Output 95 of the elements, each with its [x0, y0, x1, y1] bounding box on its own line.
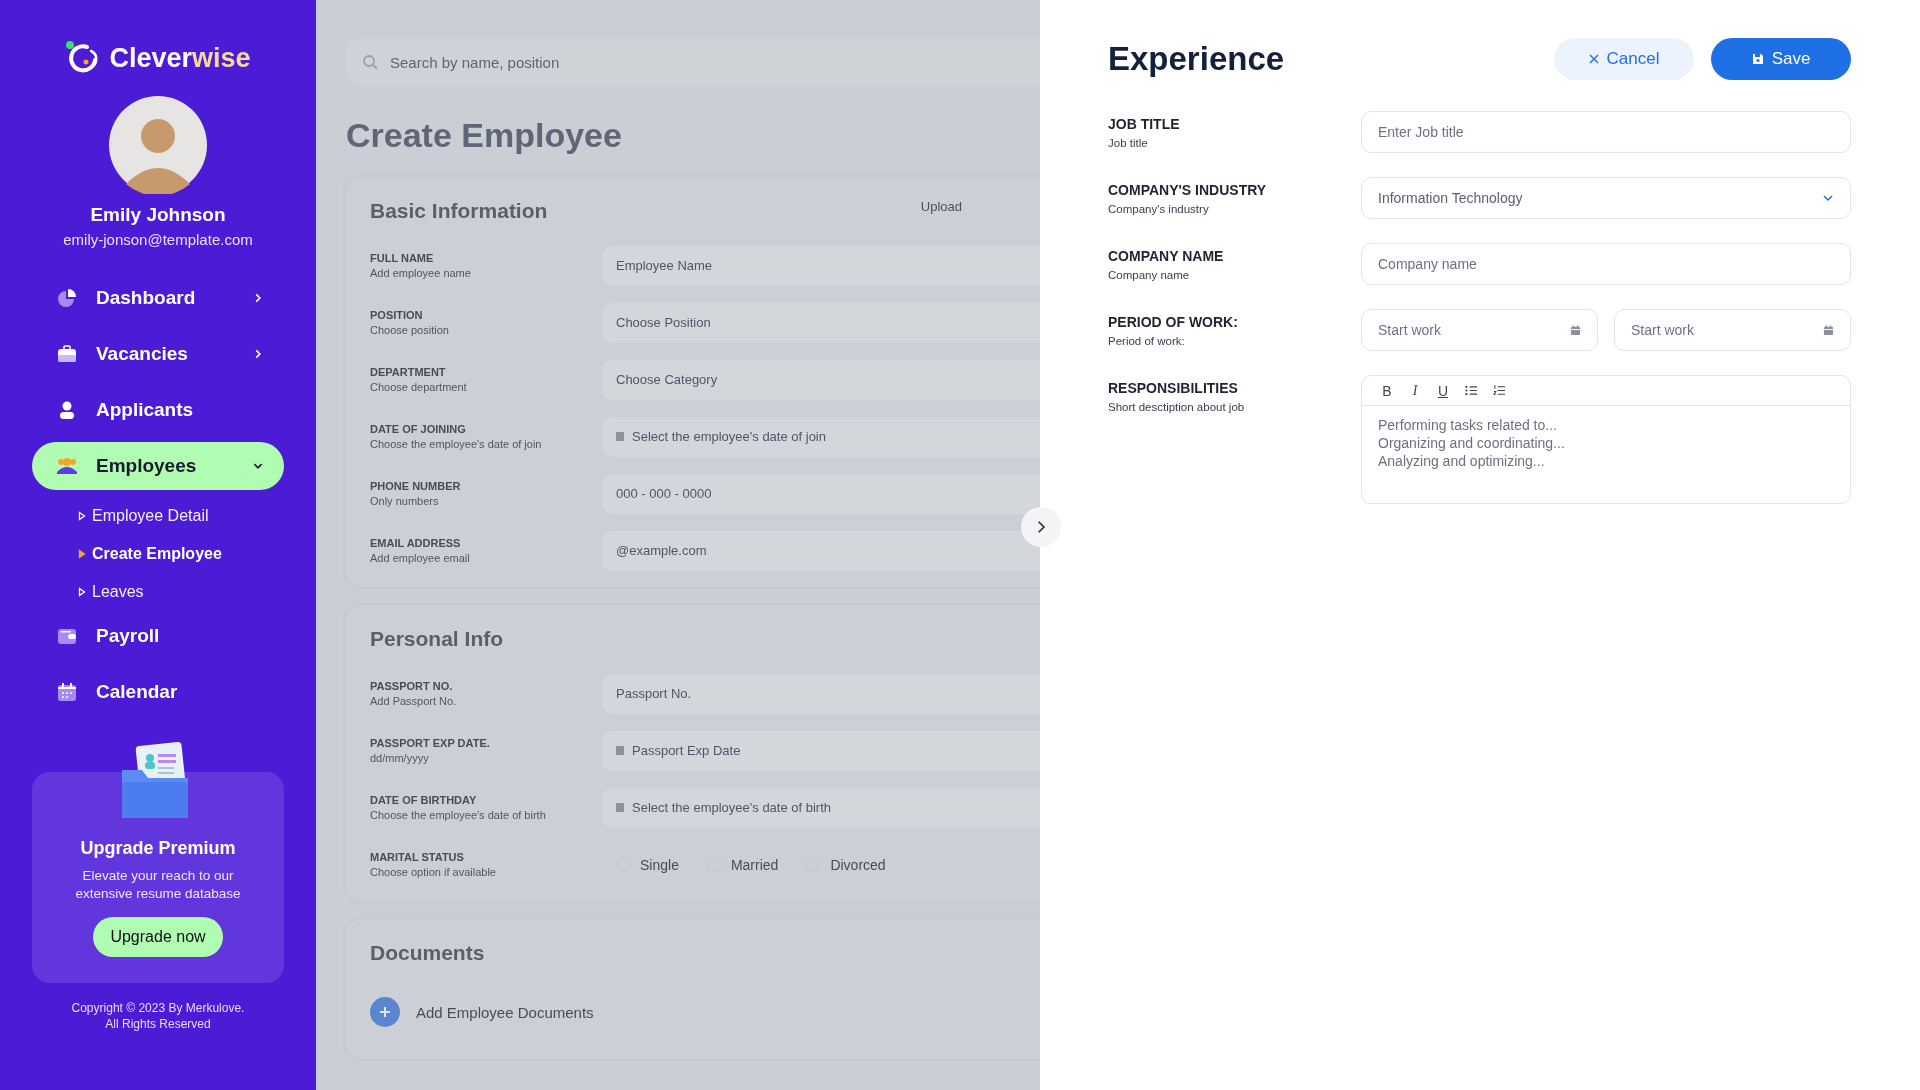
pie-chart-icon: [56, 288, 78, 308]
field-hint: Add employee email: [370, 552, 471, 564]
field-hint: Company's industry: [1108, 203, 1210, 215]
panel-title: Experience: [1108, 40, 1285, 78]
field-hint: Company name: [1108, 269, 1191, 281]
field-label: DEPARTMENT: [370, 366, 447, 378]
date-field[interactable]: Start work: [1361, 309, 1598, 351]
nav-item[interactable]: Payroll: [32, 612, 284, 660]
field-hint: Add Passport No.: [370, 695, 458, 707]
promo-title: Upgrade Premium: [80, 838, 236, 859]
responsibilities-field[interactable]: Performing tasks related to... Organizing and coordinating... Analyzing and optimizing...: [1362, 406, 1850, 503]
user-name: Emily Johnson: [90, 204, 226, 226]
input-field[interactable]: Enter Job title: [1361, 111, 1851, 153]
chevron-down-icon: [1822, 192, 1834, 204]
date-field[interactable]: Passport Exp Date: [602, 730, 1040, 771]
field-hint: Period of work:: [1108, 335, 1186, 347]
briefcase-icon: [56, 344, 78, 364]
section-title: Basic Information: [370, 199, 548, 223]
save-button[interactable]: Save: [1711, 38, 1851, 80]
date-field[interactable]: Start work: [1614, 309, 1851, 351]
field-label: COMPANY NAME: [1108, 248, 1225, 264]
calendar-icon: [1570, 324, 1581, 336]
input-field[interactable]: @example.com: [602, 530, 1040, 571]
search-field[interactable]: Search by name, position: [346, 38, 1040, 86]
calendar-icon: [56, 682, 78, 702]
field-hint: Short desctiption about job: [1108, 401, 1246, 413]
field-hint: Choose option if available: [370, 866, 497, 878]
triangle-icon: [78, 511, 86, 521]
field-hint: Choose position: [370, 324, 450, 336]
field-hint: Choose department: [370, 381, 468, 393]
sub-nav-item[interactable]: Leaves: [32, 572, 284, 612]
copyright-text: All Rights Reserved: [104, 1017, 212, 1033]
numbered-list-icon: [1492, 385, 1506, 396]
triangle-icon: [78, 549, 86, 559]
underline-button[interactable]: U: [1432, 379, 1454, 402]
field-label: PASSPORT EXP DATE.: [370, 737, 491, 749]
plus-icon: [370, 997, 400, 1027]
cancel-button[interactable]: Cancel: [1554, 38, 1694, 80]
radio-option[interactable]: Married: [706, 856, 779, 873]
bold-button[interactable]: B: [1376, 379, 1398, 402]
calendar-icon: [1823, 324, 1834, 336]
input-field[interactable]: Choose Category: [602, 359, 1040, 400]
nav-item[interactable]: Calendar: [32, 668, 284, 716]
field-hint: Add employee name: [370, 267, 472, 279]
upload-link[interactable]: Upload: [920, 199, 962, 223]
triangle-icon: [78, 587, 86, 597]
rich-text-editor[interactable]: B I U Performing tasks related to... Organizing and coordinating... Analyzing and optimizing...: [1361, 375, 1851, 504]
dropdown-field[interactable]: Information Technology: [1361, 177, 1851, 219]
field-hint: Choose the employee's date of birth: [370, 809, 547, 821]
section-title: Documents: [370, 941, 485, 965]
italic-button[interactable]: I: [1404, 379, 1426, 402]
field-hint: dd/mm/yyyy: [370, 752, 430, 764]
radio-option[interactable]: Single: [616, 856, 679, 873]
field-hint: Only numbers: [370, 495, 440, 507]
input-field[interactable]: 000 - 000 - 0000: [602, 473, 1040, 514]
field-label: RESPONSIBILITIES: [1108, 380, 1239, 396]
input-field[interactable]: Company name: [1361, 243, 1851, 285]
nav-item[interactable]: Applicants: [32, 386, 284, 434]
field-label: POSITION: [370, 309, 424, 321]
promo-text: Elevate your reach to our extensive resume database: [74, 867, 242, 904]
field-label: COMPANY'S INDUSTRY: [1108, 182, 1268, 198]
field-label: DATE OF BIRTHDAY: [370, 794, 478, 806]
field-label: DATE OF JOINING: [370, 423, 467, 435]
nav-item[interactable]: Employees: [32, 442, 284, 490]
field-label: EMAIL ADDRESS: [370, 537, 462, 549]
field-label: PHONE NUMBER: [370, 480, 462, 492]
bulleted-list-icon: [1464, 385, 1478, 396]
field-label: PERIOD OF WORK:: [1108, 314, 1239, 330]
field-hint: Choose the employee's date of join: [370, 438, 543, 450]
people-icon: [56, 456, 78, 476]
radio-option[interactable]: Divorced: [806, 856, 886, 873]
field-label: PASSPORT NO.: [370, 680, 454, 692]
brand-name: Cleverwise: [109, 42, 251, 74]
sub-nav-item[interactable]: Employee Detail: [32, 496, 284, 536]
sub-nav-item[interactable]: Create Employee: [32, 534, 284, 574]
wallet-icon: [56, 626, 78, 646]
section-title: Personal Info: [370, 627, 504, 651]
date-field[interactable]: Select the employee's date of birth: [602, 787, 1040, 828]
input-field[interactable]: Choose Position: [602, 302, 1040, 343]
page-title: Create Employee: [346, 116, 623, 155]
nav-item[interactable]: Dashboard: [32, 274, 284, 322]
upgrade-button[interactable]: Upgrade now: [93, 917, 223, 958]
field-label: JOB TITLE: [1108, 116, 1181, 132]
add-documents-button[interactable]: Add Employee Documents: [370, 979, 1040, 1051]
input-field[interactable]: Passport No.: [602, 673, 1040, 714]
field-label: FULL NAME: [370, 252, 435, 264]
input-field[interactable]: Employee Name: [602, 245, 1040, 286]
user-email: emily-jonson@template.com: [63, 231, 253, 248]
search-icon: [362, 54, 378, 70]
nav-item[interactable]: Vacancies: [32, 330, 284, 378]
copyright-text: Copyright © 2023 By Merkulove.: [71, 1001, 245, 1018]
field-hint: Job title: [1108, 137, 1149, 149]
date-field[interactable]: Select the employee's date of join: [602, 416, 1040, 457]
close-icon: [1588, 54, 1599, 64]
field-label: MARITAL STATUS: [370, 851, 465, 863]
